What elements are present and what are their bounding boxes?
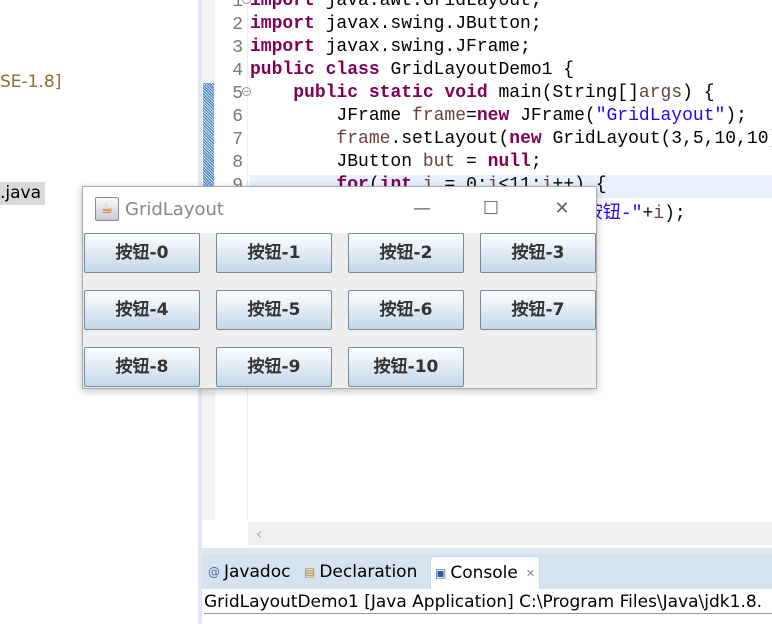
chevron-left-icon[interactable]: ‹ <box>256 524 262 543</box>
grid-button-1[interactable]: 按钮-1 <box>216 233 332 273</box>
tab-javadoc[interactable]: @ Javadoc <box>204 556 294 589</box>
code-token: but <box>422 152 456 172</box>
line-number: 1 <box>232 0 243 12</box>
line-number: 4 <box>232 61 243 81</box>
code-token: class <box>325 60 380 80</box>
line-number: 5 <box>232 84 243 104</box>
code-token: public <box>250 60 315 80</box>
code-token: frame <box>412 106 467 126</box>
code-line[interactable]: public class GridLayoutDemo1 { <box>250 60 772 83</box>
at-icon: @ <box>208 565 220 579</box>
grid-button-8[interactable]: 按钮-8 <box>84 347 200 387</box>
code-token: ); <box>725 106 747 126</box>
code-token: .setLayout( <box>390 129 510 149</box>
code-token: import <box>250 37 315 57</box>
console-panel: GridLayoutDemo1 [Java Application] C:\Pr… <box>202 589 772 624</box>
close-button[interactable]: ✕ <box>547 197 577 221</box>
grid-button-3[interactable]: 按钮-3 <box>480 233 596 273</box>
code-token: = <box>466 106 477 126</box>
code-token: main(String[] <box>487 83 639 103</box>
code-token: = <box>455 152 488 172</box>
tab-label: Declaration <box>319 562 418 582</box>
code-token: GridLayoutDemo1 { <box>379 60 575 80</box>
grid-button-4[interactable]: 按钮-4 <box>84 290 200 330</box>
declaration-icon: ▤ <box>304 565 316 579</box>
grid-button-9[interactable]: 按钮-9 <box>216 347 332 387</box>
grid-button-0[interactable]: 按钮-0 <box>84 233 200 273</box>
grid-button-2[interactable]: 按钮-2 <box>348 233 464 273</box>
code-line[interactable]: import java.awt.GridLayout; <box>250 0 772 14</box>
code-token: JFrame( <box>509 106 596 126</box>
ruler-marker <box>203 83 214 193</box>
code-token: import <box>250 0 315 11</box>
code-token: public <box>293 83 359 103</box>
code-line[interactable]: frame.setLayout(new GridLayout(3,5,10,10… <box>250 129 772 152</box>
code-token: "GridLayout" <box>595 106 726 126</box>
code-token: i <box>653 204 665 224</box>
console-icon: ▣ <box>435 565 447 580</box>
line-number: 7 <box>232 130 243 150</box>
grid-button-10[interactable]: 按钮-10 <box>348 347 464 387</box>
grid-button-7[interactable]: 按钮-7 <box>480 290 596 330</box>
code-line[interactable]: import javax.swing.JFrame; <box>250 37 772 60</box>
line-number: 2 <box>232 15 243 35</box>
gridlayout-window: ☕ GridLayout — ☐ ✕ 按钮-0 按钮-1 按钮-2 按钮-3 按钮-4 按… <box>82 186 597 389</box>
code-token: void <box>444 83 488 103</box>
line-number: 3 <box>232 38 243 58</box>
grid-button-5[interactable]: 按钮-5 <box>216 290 332 330</box>
code-token: JFrame <box>250 106 413 126</box>
code-token: new <box>509 129 542 149</box>
line-number: 8 <box>232 153 243 173</box>
code-token: ; <box>530 152 542 172</box>
window-title: GridLayout <box>125 199 224 220</box>
code-token: java.awt.GridLayout; <box>314 0 542 11</box>
bottom-tab-bar: @ Javadoc ▤ Declaration ▣ Console ✕ <box>202 554 772 589</box>
tab-declaration[interactable]: ▤ Declaration <box>300 556 421 589</box>
code-token: javax.swing.JButton; <box>314 14 542 34</box>
jre-library-label[interactable]: SE-1.8] <box>0 72 61 92</box>
code-token: args <box>638 83 683 103</box>
code-token: static <box>368 83 434 103</box>
code-token: frame <box>336 129 391 149</box>
code-line[interactable]: JFrame frame=new JFrame("GridLayout"); <box>250 106 772 129</box>
tab-label: Javadoc <box>224 562 291 582</box>
minimize-button[interactable]: — <box>407 197 437 221</box>
maximize-button[interactable]: ☐ <box>476 197 506 221</box>
java-app-icon: ☕ <box>95 197 119 221</box>
code-token: javax.swing.JFrame; <box>314 37 531 57</box>
horizontal-scrollbar[interactable]: ‹ <box>248 522 772 545</box>
code-token: ); <box>664 204 686 224</box>
code-token: GridLayout(3,5,10,10)); <box>552 129 772 149</box>
window-title-bar[interactable]: ☕ GridLayout — ☐ ✕ <box>83 187 596 233</box>
tab-console[interactable]: ▣ Console ✕ <box>430 556 541 590</box>
code-line[interactable]: import javax.swing.JButton; <box>250 14 772 37</box>
code-token: null <box>487 152 531 172</box>
code-token: new <box>476 106 510 126</box>
code-token: JButton <box>250 152 423 172</box>
grid-button-6[interactable]: 按钮-6 <box>348 290 464 330</box>
line-number: 6 <box>232 107 243 127</box>
close-tab-icon[interactable]: ✕ <box>526 557 535 590</box>
code-line[interactable]: JButton but = null; <box>250 152 772 175</box>
tab-label: Console <box>450 562 518 583</box>
code-line[interactable]: public static void main(String[]args) { <box>250 83 772 106</box>
code-token: import <box>250 14 315 34</box>
java-file-item[interactable]: .java <box>0 182 46 205</box>
code-token: + <box>642 204 654 224</box>
console-process-label: GridLayoutDemo1 [Java Application] C:\Pr… <box>204 591 772 614</box>
code-token: ) { <box>682 83 715 103</box>
